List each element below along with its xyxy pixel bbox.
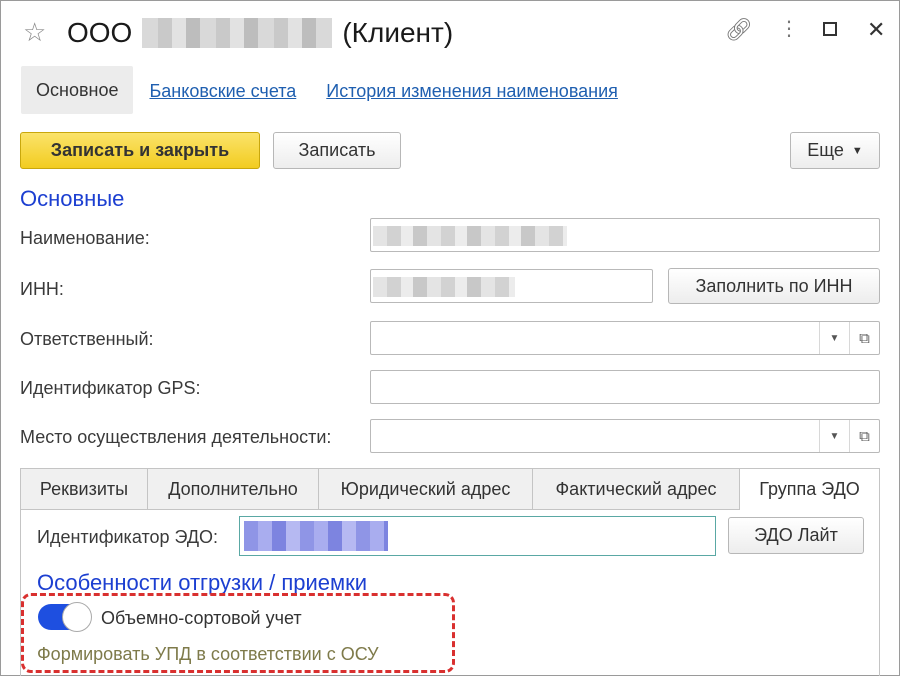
volume-sort-toggle[interactable] <box>38 602 92 632</box>
responsible-field[interactable]: ▼ ⧉ <box>370 321 880 355</box>
star-icon[interactable]: ☆ <box>23 19 46 45</box>
window-title: ООО (Клиент) <box>67 17 453 49</box>
more-button[interactable]: Еще ▼ <box>790 132 880 169</box>
section-main-title: Основные <box>20 186 125 211</box>
title-bar: ☆ ООО (Клиент) 🔗︎ ⋮ ✕ <box>1 1 899 63</box>
title-prefix: ООО <box>67 17 133 48</box>
upd-hint: Формировать УПД в соответствии с ОСУ <box>37 644 379 664</box>
save-button[interactable]: Записать <box>273 132 401 169</box>
close-icon[interactable]: ✕ <box>867 19 885 41</box>
form-window: ☆ ООО (Клиент) 🔗︎ ⋮ ✕ Основное Банковски… <box>0 0 900 676</box>
chevron-down-icon[interactable]: ▼ <box>819 322 849 354</box>
name-field[interactable] <box>370 218 880 252</box>
edo-lite-button[interactable]: ЭДО Лайт <box>728 517 864 554</box>
tab-edo-group[interactable]: Группа ЭДО <box>739 468 880 510</box>
gps-label: Идентификатор GPS: <box>20 378 201 398</box>
detail-tabs: Реквизиты Дополнительно Юридический адре… <box>20 468 880 510</box>
edo-id-label: Идентификатор ЭДО: <box>37 527 219 547</box>
tab-main[interactable]: Основное <box>21 66 134 114</box>
link-icon[interactable]: 🔗︎ <box>725 19 753 41</box>
chevron-down-icon[interactable]: ▼ <box>819 420 849 452</box>
inn-label: ИНН: <box>20 279 64 299</box>
responsible-label: Ответственный: <box>20 329 154 349</box>
tab-additional[interactable]: Дополнительно <box>147 468 318 510</box>
tab-bank-accounts[interactable]: Банковские счета <box>149 79 296 102</box>
caret-down-icon: ▼ <box>851 144 863 157</box>
toggle-knob <box>62 602 92 632</box>
redacted-value <box>373 277 515 297</box>
open-form-icon[interactable]: ⧉ <box>849 322 879 354</box>
gps-field[interactable] <box>370 370 880 404</box>
more-vertical-icon[interactable]: ⋮ <box>779 19 799 39</box>
maximize-icon[interactable] <box>823 19 837 36</box>
tab-legal-address[interactable]: Юридический адрес <box>318 468 532 510</box>
title-suffix: (Клиент) <box>342 17 454 48</box>
inn-field[interactable] <box>370 269 653 303</box>
tab-requisites[interactable]: Реквизиты <box>20 468 147 510</box>
edo-id-field[interactable] <box>239 516 716 556</box>
volume-sort-label: Объемно-сортовой учет <box>101 608 302 628</box>
redacted-value <box>244 521 388 551</box>
open-form-icon[interactable]: ⧉ <box>849 420 879 452</box>
place-label: Место осуществления деятельности: <box>20 427 332 447</box>
name-label: Наименование: <box>20 228 150 248</box>
tab-name-history[interactable]: История изменения наименования <box>326 79 618 102</box>
save-and-close-button[interactable]: Записать и закрыть <box>20 132 260 169</box>
tab-actual-address[interactable]: Фактический адрес <box>532 468 739 510</box>
more-button-label: Еще <box>807 140 844 160</box>
redacted-name <box>142 18 333 48</box>
fill-by-inn-button[interactable]: Заполнить по ИНН <box>668 268 880 304</box>
top-tabs: Основное Банковские счета История измене… <box>21 66 618 114</box>
place-field[interactable]: ▼ ⧉ <box>370 419 880 453</box>
redacted-value <box>373 226 567 246</box>
